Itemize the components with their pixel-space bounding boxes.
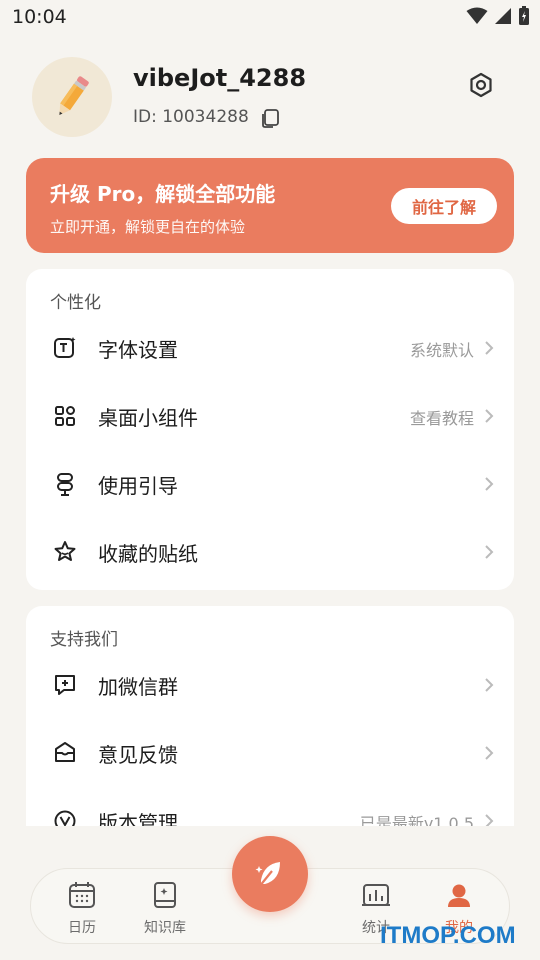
chevron-right-icon (485, 678, 494, 692)
row-label: 使用引导 (98, 474, 178, 498)
calendar-icon (69, 882, 95, 908)
chevron-right-icon (485, 341, 494, 355)
chevron-right-icon (485, 746, 494, 760)
row-label: 收藏的贴纸 (98, 542, 198, 566)
chat-plus-icon (55, 675, 75, 695)
section-title: 个性化 (50, 293, 101, 313)
section-title: 支持我们 (50, 630, 118, 650)
chart-icon (362, 884, 390, 906)
version-row[interactable]: 版本管理 已是最新v1.0.5 (26, 791, 514, 826)
learn-more-button[interactable]: 前往了解 (391, 188, 497, 224)
pro-banner-subtitle: 立即开通，解锁更自在的体验 (50, 218, 246, 236)
pencil-icon (59, 76, 89, 116)
watermark: ITMOP.COM (380, 922, 516, 949)
chevron-right-icon (485, 814, 494, 826)
chevron-right-icon (485, 477, 494, 491)
signal-icon (495, 8, 511, 24)
row-value: 已是最新v1.0.5 (359, 814, 474, 826)
pro-banner[interactable]: 升级 Pro，解锁全部功能 立即开通，解锁更自在的体验 前往了解 (26, 158, 514, 253)
row-label: 版本管理 (98, 811, 178, 826)
settings-icon[interactable] (466, 70, 496, 100)
battery-icon (519, 6, 529, 25)
row-label: 加微信群 (98, 675, 178, 699)
profile-icon (448, 884, 470, 907)
signpost-icon (57, 473, 73, 496)
star-icon (54, 541, 76, 561)
support-card: 支持我们 加微信群 意见反馈 版本管理 已是最新v1.0.5 (26, 606, 514, 826)
personalization-card: 个性化 字体设置 系统默认 桌面小组件 查看教程 使用引导 收藏的贴纸 (26, 269, 514, 590)
row-label: 字体设置 (98, 338, 178, 362)
font-icon (54, 337, 76, 358)
copy-icon[interactable] (259, 107, 281, 129)
user-id: ID: 10034288 (133, 107, 249, 127)
row-label: 桌面小组件 (98, 406, 198, 430)
mail-icon (55, 742, 75, 762)
version-icon (54, 810, 76, 826)
nav-knowledge-base[interactable]: 知识库 (133, 879, 197, 939)
new-entry-button[interactable] (232, 836, 308, 912)
chevron-right-icon (485, 409, 494, 423)
book-icon (154, 882, 176, 908)
font-settings-row[interactable]: 字体设置 系统默认 (26, 318, 514, 378)
nav-label: 知识库 (144, 920, 186, 936)
feedback-row[interactable]: 意见反馈 (26, 723, 514, 783)
feather-icon (255, 862, 280, 888)
guide-row[interactable]: 使用引导 (26, 454, 514, 514)
nav-label: 日历 (68, 920, 96, 936)
nav-calendar[interactable]: 日历 (50, 879, 114, 939)
username: vibeJot_4288 (133, 64, 307, 92)
pro-banner-title: 升级 Pro，解锁全部功能 (50, 182, 276, 206)
widget-icon (55, 406, 75, 426)
widget-row[interactable]: 桌面小组件 查看教程 (26, 386, 514, 446)
avatar[interactable] (32, 57, 112, 137)
status-time: 10:04 (12, 6, 67, 28)
status-bar: 10:04 (0, 0, 540, 36)
status-icons (466, 6, 530, 26)
row-value: 系统默认 (409, 341, 474, 360)
row-label: 意见反馈 (98, 743, 178, 767)
chevron-right-icon (485, 545, 494, 559)
wifi-icon (466, 7, 488, 24)
wechat-group-row[interactable]: 加微信群 (26, 655, 514, 715)
row-value: 查看教程 (409, 409, 474, 428)
favorite-stickers-row[interactable]: 收藏的贴纸 (26, 522, 514, 582)
